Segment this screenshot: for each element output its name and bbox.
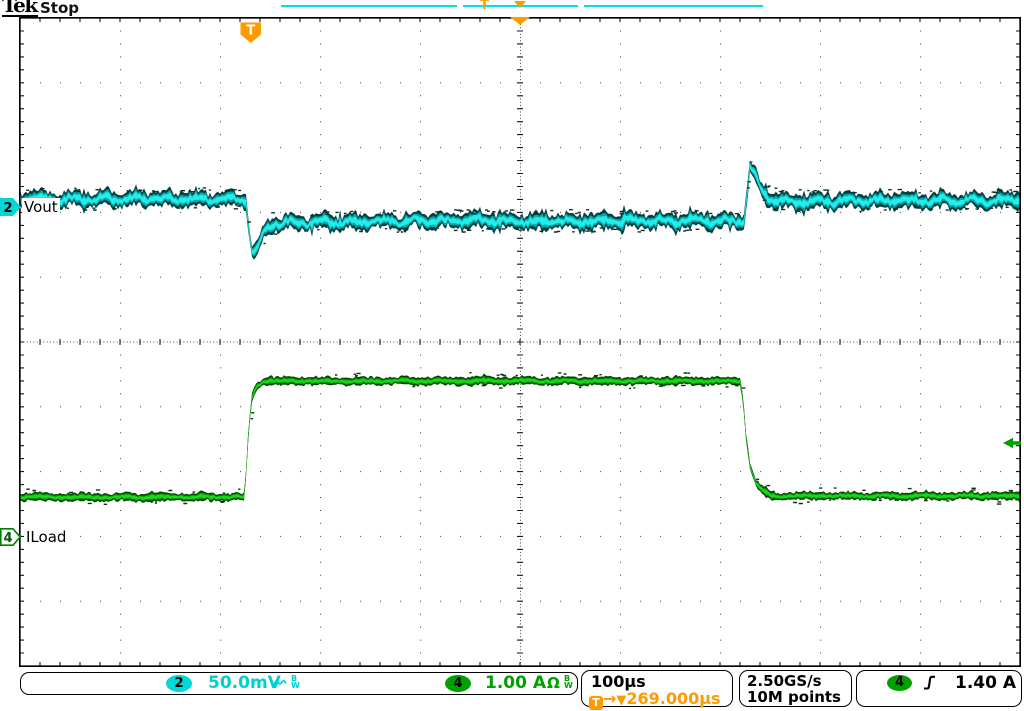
ch2-badge: 2 [166,675,192,692]
ch4-badge-number: 4 [3,531,12,546]
ch4-omega-icon: Ω [547,674,560,693]
acquisition-readout-box[interactable]: 2.50GS/s 10M points [739,670,852,707]
trigger-position-marker[interactable]: T [240,22,262,44]
waveform-iload [20,376,1020,501]
ch2-arrow-badge[interactable]: 2 [0,197,22,217]
ch4-arrow-badge[interactable]: 4 [0,527,22,547]
acquisition-status: Stop [40,0,79,17]
ch2-bandwidth-limit-tag: BW [291,676,300,689]
ch4-label: ILoad [24,528,68,546]
ch4-badge: 4 [445,675,471,692]
record-bar-trigger-t-icon: T [480,0,489,14]
trigger-delay-t-icon: T [589,696,603,710]
tek-logo: Tek [2,0,38,17]
rising-edge-icon [923,674,936,692]
ch4-scale-readout: 1.00 A [485,674,546,693]
waveform-iload [20,373,1020,503]
graticule-and-waveforms [19,17,1021,667]
ch2-coupling-icon [273,677,289,689]
horizontal-readout-box[interactable]: 100µs T→▼269.000µs [581,670,733,707]
record-bar-expansion-icon [514,1,526,8]
expansion-point-icon [509,17,531,26]
ch2-badge-number: 2 [3,201,12,216]
trigger-delay-readout: T→▼269.000µs [589,689,721,710]
trigger-level-readout: 1.40 A [955,675,1016,692]
channel-readout-box[interactable]: 2 50.0mV BW 4 1.00 A Ω BW [20,672,578,695]
ch4-bandwidth-limit-tag: BW [564,676,573,689]
ch2-scale-readout: 50.0mV [208,674,281,693]
timebase-readout: 100µs [591,673,646,690]
trigger-source-badge: 4 [887,675,912,691]
scope-screen: Tek Stop T T 2 Vout 4 ILoad 2 50.0mV [0,0,1024,711]
delay-value: 269.000µs [626,689,720,708]
record-bar-segment [584,5,763,7]
trigger-t-glyph: T [246,24,255,39]
delay-arrow-glyph: → [603,689,616,708]
trigger-readout-box[interactable]: 4 1.40 A [856,670,1022,707]
record-length-readout: 10M points [747,689,841,706]
record-bar-segment [281,5,457,7]
ch2-label: Vout [22,198,60,216]
trigger-level-arrow-icon[interactable] [1001,435,1022,451]
delay-marker-glyph: ▼ [616,693,626,708]
